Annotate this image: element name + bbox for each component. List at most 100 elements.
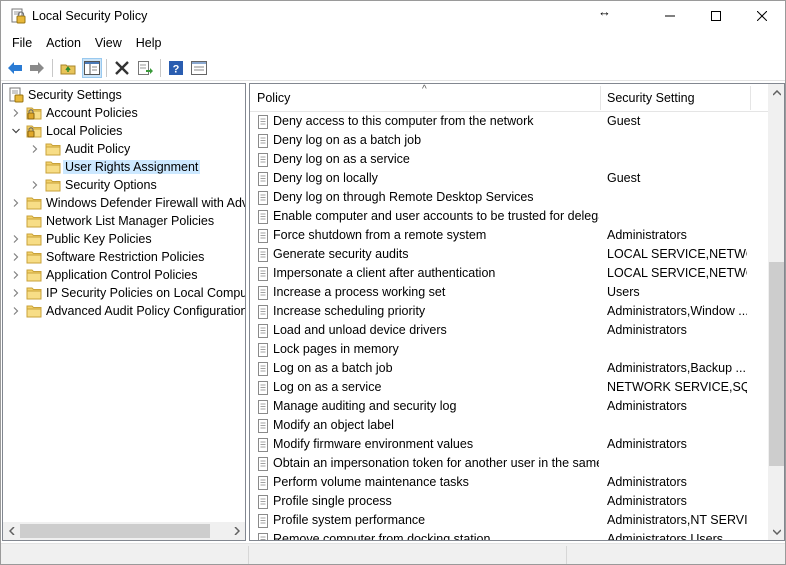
status-segment (566, 546, 567, 564)
policy-row[interactable]: Generate security audits LOCAL SERVICE,NE… (250, 245, 768, 264)
policy-row[interactable]: Deny log on as a batch job (250, 131, 768, 150)
scroll-up-button[interactable] (768, 84, 784, 101)
chevron-right-icon[interactable] (11, 270, 21, 280)
policy-document-icon (258, 153, 268, 167)
properties-button[interactable] (189, 58, 209, 78)
chevron-down-icon[interactable] (11, 126, 21, 136)
policy-row[interactable]: Obtain an impersonation token for anothe… (250, 454, 768, 473)
tree-item[interactable]: IP Security Policies on Local Compute (3, 284, 245, 302)
status-bar (1, 543, 785, 564)
policy-row[interactable]: Enable computer and user accounts to be … (250, 207, 768, 226)
tree-item[interactable]: Software Restriction Policies (3, 248, 245, 266)
menu-view[interactable]: View (88, 33, 129, 53)
delete-button[interactable] (112, 58, 132, 78)
toolbar-separator (160, 59, 161, 77)
policy-name: Manage auditing and security log (273, 399, 457, 413)
minimize-button[interactable] (647, 1, 693, 31)
chevron-right-icon[interactable] (30, 144, 40, 154)
chevron-right-icon[interactable] (30, 180, 40, 190)
title-bar[interactable]: Local Security Policy ↔ (1, 1, 785, 31)
close-button[interactable] (739, 1, 785, 31)
chevron-right-icon[interactable] (11, 288, 21, 298)
maximize-button[interactable] (693, 1, 739, 31)
list-header: ^ Policy Security Setting (250, 84, 768, 112)
policy-row[interactable]: Deny log on locally Guest (250, 169, 768, 188)
tree-root-security-settings[interactable]: Security Settings (3, 86, 245, 104)
policy-row[interactable]: Perform volume maintenance tasks Administ… (250, 473, 768, 492)
forward-button[interactable] (27, 58, 47, 78)
tree-item[interactable]: User Rights Assignment (3, 158, 245, 176)
tree-item[interactable]: Windows Defender Firewall with Adva (3, 194, 245, 212)
security-setting-value: Administrators (607, 399, 687, 413)
help-button[interactable]: ? (166, 58, 186, 78)
tree-item-label: Software Restriction Policies (46, 250, 205, 264)
policy-name: Profile system performance (273, 513, 426, 527)
tree-horizontal-scrollbar[interactable] (3, 522, 245, 540)
tree-pane[interactable]: Security Settings Account Policies Local … (2, 83, 246, 541)
column-header-security-setting[interactable]: Security Setting (600, 84, 750, 112)
policy-row[interactable]: Deny access to this computer from the ne… (250, 112, 768, 131)
properties-icon (191, 61, 207, 75)
chevron-right-icon[interactable] (11, 198, 21, 208)
policy-row[interactable]: Modify an object label (250, 416, 768, 435)
tree-item[interactable]: Application Control Policies (3, 266, 245, 284)
policy-name: Lock pages in memory (273, 342, 399, 356)
tree-scroll-thumb[interactable] (20, 524, 210, 538)
policy-row[interactable]: Increase scheduling priority Administrato… (250, 302, 768, 321)
back-button[interactable] (5, 58, 25, 78)
scroll-left-button[interactable] (3, 522, 20, 540)
policy-row[interactable]: Log on as a service NETWORK SERVICE,SQL..… (250, 378, 768, 397)
list-scroll-thumb[interactable] (769, 262, 784, 466)
chevron-right-icon[interactable] (11, 306, 21, 316)
menu-action[interactable]: Action (39, 33, 88, 53)
security-setting-value: NETWORK SERVICE,SQL... (607, 380, 747, 394)
policy-row[interactable]: Increase a process working set Users (250, 283, 768, 302)
policy-row[interactable]: Log on as a batch job Administrators,Back… (250, 359, 768, 378)
policy-row[interactable]: Force shutdown from a remote system Admin… (250, 226, 768, 245)
tree-item[interactable]: Audit Policy (3, 140, 245, 158)
scroll-right-button[interactable] (228, 522, 245, 540)
policy-row[interactable]: Profile system performance Administrators… (250, 511, 768, 530)
policy-name: Perform volume maintenance tasks (273, 475, 469, 489)
app-window: Local Security Policy ↔ File Action View… (0, 0, 786, 565)
up-one-level-button[interactable] (58, 58, 78, 78)
list-vertical-scrollbar[interactable] (768, 84, 784, 540)
resize-cursor-icon: ↔ (598, 4, 611, 19)
policy-document-icon (258, 533, 268, 540)
tree-item[interactable]: Public Key Policies (3, 230, 245, 248)
policy-document-icon (258, 476, 268, 490)
column-header-policy[interactable]: Policy (250, 84, 600, 112)
security-policy-app-icon (11, 8, 26, 24)
tree-item[interactable]: Network List Manager Policies (3, 212, 245, 230)
policy-row[interactable]: Manage auditing and security log Administ… (250, 397, 768, 416)
policy-list-pane[interactable]: ^ Policy Security Setting Deny access to… (249, 83, 785, 541)
policy-row[interactable]: Impersonate a client after authenticatio… (250, 264, 768, 283)
policy-document-icon (258, 115, 268, 129)
policy-row[interactable]: Remove computer from docking station Admi… (250, 530, 768, 540)
column-divider[interactable] (750, 86, 751, 110)
show-hide-tree-button[interactable] (82, 58, 102, 78)
tree-item[interactable]: Account Policies (3, 104, 245, 122)
menu-file[interactable]: File (5, 33, 39, 53)
close-icon (757, 11, 767, 21)
policy-row[interactable]: Deny log on as a service (250, 150, 768, 169)
chevron-right-icon[interactable] (11, 108, 21, 118)
export-list-button[interactable] (135, 58, 155, 78)
policy-row[interactable]: Modify firmware environment values Admini… (250, 435, 768, 454)
policy-name: Remove computer from docking station (273, 532, 491, 540)
tree-item-label: Security Options (65, 178, 157, 192)
chevron-right-icon[interactable] (11, 252, 21, 262)
policy-row[interactable]: Load and unload device drivers Administra… (250, 321, 768, 340)
tree-item[interactable]: Local Policies (3, 122, 245, 140)
menu-help[interactable]: Help (129, 33, 169, 53)
policy-row[interactable]: Profile single process Administrators (250, 492, 768, 511)
tree-item[interactable]: Advanced Audit Policy Configuration (3, 302, 245, 320)
tree-item[interactable]: Security Options (3, 176, 245, 194)
policy-row[interactable]: Lock pages in memory (250, 340, 768, 359)
policy-row[interactable]: Deny log on through Remote Desktop Servi… (250, 188, 768, 207)
chevron-right-icon[interactable] (11, 234, 21, 244)
security-setting-value: Users (607, 285, 640, 299)
scroll-down-button[interactable] (768, 523, 784, 540)
chevron-up-icon (772, 89, 781, 96)
tree-item-label: Local Policies (46, 124, 123, 138)
